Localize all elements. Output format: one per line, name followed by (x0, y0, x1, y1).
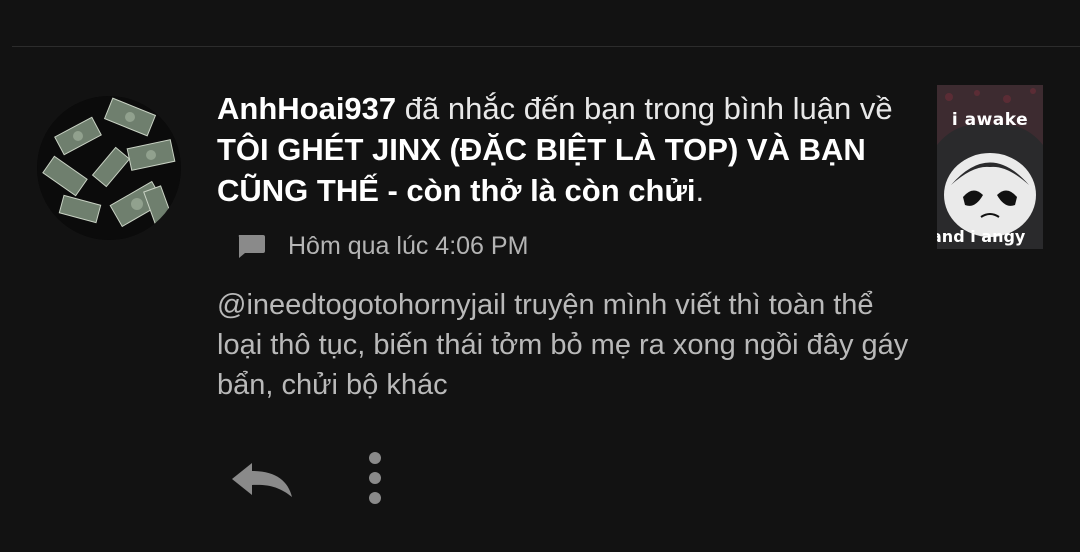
end-punctuation: . (695, 173, 705, 208)
user-avatar[interactable] (37, 96, 181, 240)
top-divider (12, 46, 1080, 47)
notification-headline[interactable]: AnhHoai937 đã nhắc đến bạn trong bình lu… (217, 88, 917, 211)
username-link[interactable]: AnhHoai937 (217, 91, 396, 126)
mention-text: đã nhắc đến bạn trong bình luận về (396, 91, 893, 126)
thumbnail-bottom-caption: and i angy (937, 227, 1026, 246)
timestamp: Hôm qua lúc 4:06 PM (288, 231, 529, 260)
comment-icon (238, 235, 265, 258)
reply-icon (232, 463, 292, 497)
money-avatar-icon (37, 96, 181, 240)
notification-meta: Hôm qua lúc 4:06 PM (236, 228, 528, 264)
more-vertical-icon (369, 452, 381, 504)
comment-text[interactable]: @ineedtogotohornyjail truyện mình viết t… (217, 285, 917, 405)
story-title-link[interactable]: TÔI GHÉT JINX (ĐẶC BIỆT LÀ TOP) VÀ BẠN C… (217, 132, 866, 208)
thumbnail-top-caption: i awake (951, 110, 1029, 130)
reply-button[interactable] (222, 454, 302, 504)
more-options-button[interactable] (358, 448, 392, 508)
story-thumbnail[interactable]: i awake and i angy (937, 85, 1043, 249)
